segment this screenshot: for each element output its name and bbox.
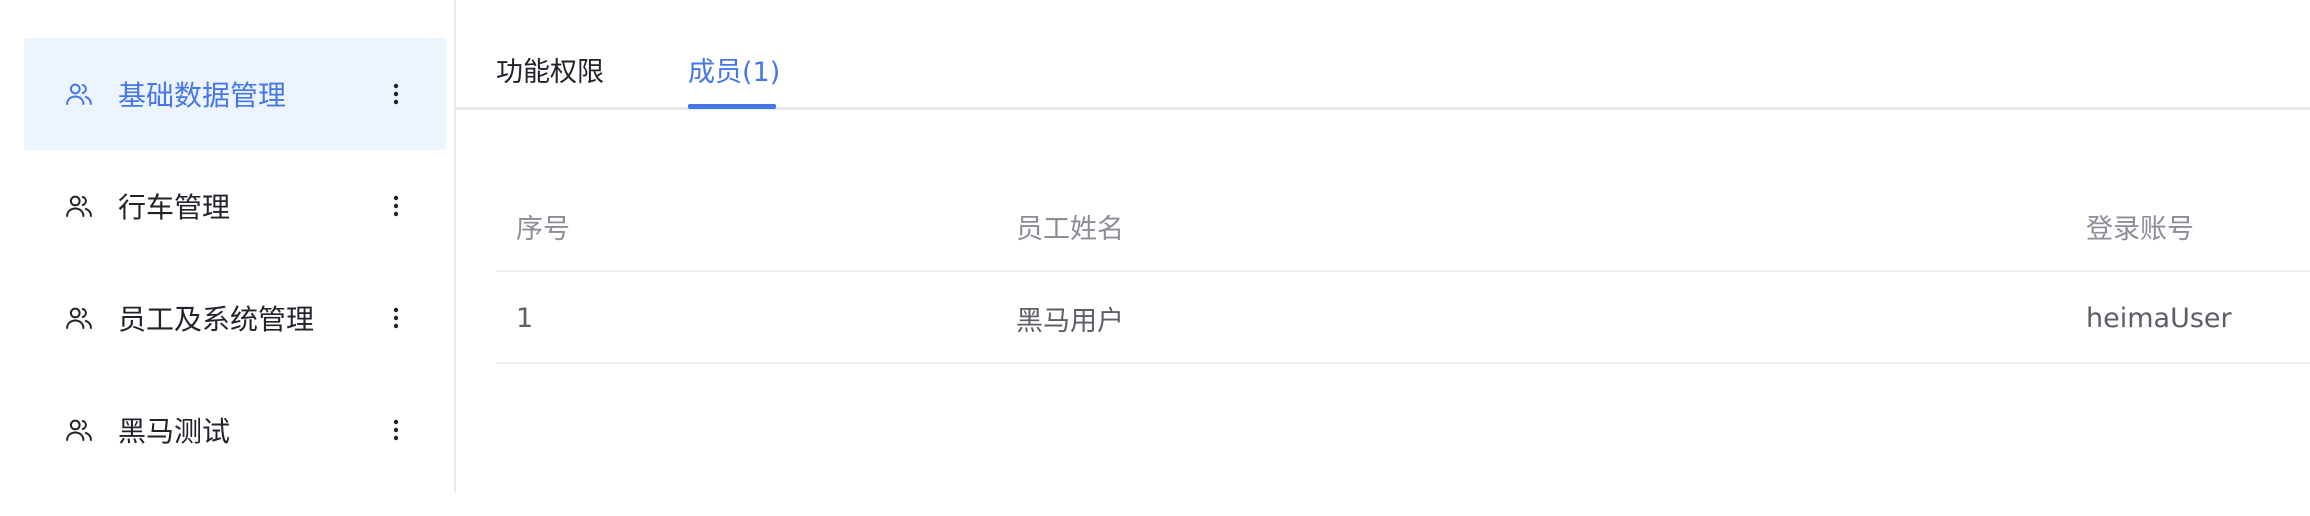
users-icon — [64, 415, 94, 445]
sidebar-item-driving-management[interactable]: 行车管理 — [24, 150, 446, 262]
active-tab-indicator — [688, 104, 776, 109]
column-header-employee-name: 员工姓名 — [1016, 213, 1124, 245]
column-header-index: 序号 — [516, 213, 570, 245]
role-permission-page: 基础数据管理 行车管理 员工及系统管理 黑马测试 功能权限 成员(1) 序号 员… — [0, 0, 2310, 516]
users-icon — [64, 303, 94, 333]
members-table: 序号 员工姓名 登录账号 1 黑马用户 heimaUser — [496, 180, 2310, 364]
column-header-login-account: 登录账号 — [2086, 213, 2194, 245]
users-icon — [64, 191, 94, 221]
sidebar-item-staff-system-management[interactable]: 员工及系统管理 — [24, 262, 446, 374]
users-icon — [64, 79, 94, 109]
cell-employee-name: 黑马用户 — [1016, 305, 1124, 337]
more-vertical-icon[interactable] — [386, 415, 406, 445]
sidebar-item-basic-data-management[interactable]: 基础数据管理 — [24, 38, 446, 150]
sidebar-item-heima-test[interactable]: 黑马测试 — [24, 374, 446, 486]
tab-members[interactable]: 成员(1) — [688, 50, 780, 89]
table-header-row: 序号 员工姓名 登录账号 — [496, 180, 2310, 272]
more-vertical-icon[interactable] — [386, 79, 406, 109]
sidebar-item-label: 黑马测试 — [118, 415, 231, 448]
tab-function-permissions[interactable]: 功能权限 — [496, 50, 604, 89]
sidebar-item-label: 行车管理 — [118, 191, 231, 224]
cell-login-account: heimaUser — [2086, 302, 2232, 334]
table-row: 1 黑马用户 heimaUser — [496, 272, 2310, 364]
role-sidebar: 基础数据管理 行车管理 员工及系统管理 黑马测试 — [0, 0, 456, 492]
more-vertical-icon[interactable] — [386, 191, 406, 221]
tab-bar: 功能权限 成员(1) — [456, 0, 2310, 110]
sidebar-item-label: 员工及系统管理 — [118, 303, 315, 336]
more-vertical-icon[interactable] — [386, 303, 406, 333]
cell-index: 1 — [516, 302, 534, 334]
sidebar-item-label: 基础数据管理 — [118, 79, 287, 112]
